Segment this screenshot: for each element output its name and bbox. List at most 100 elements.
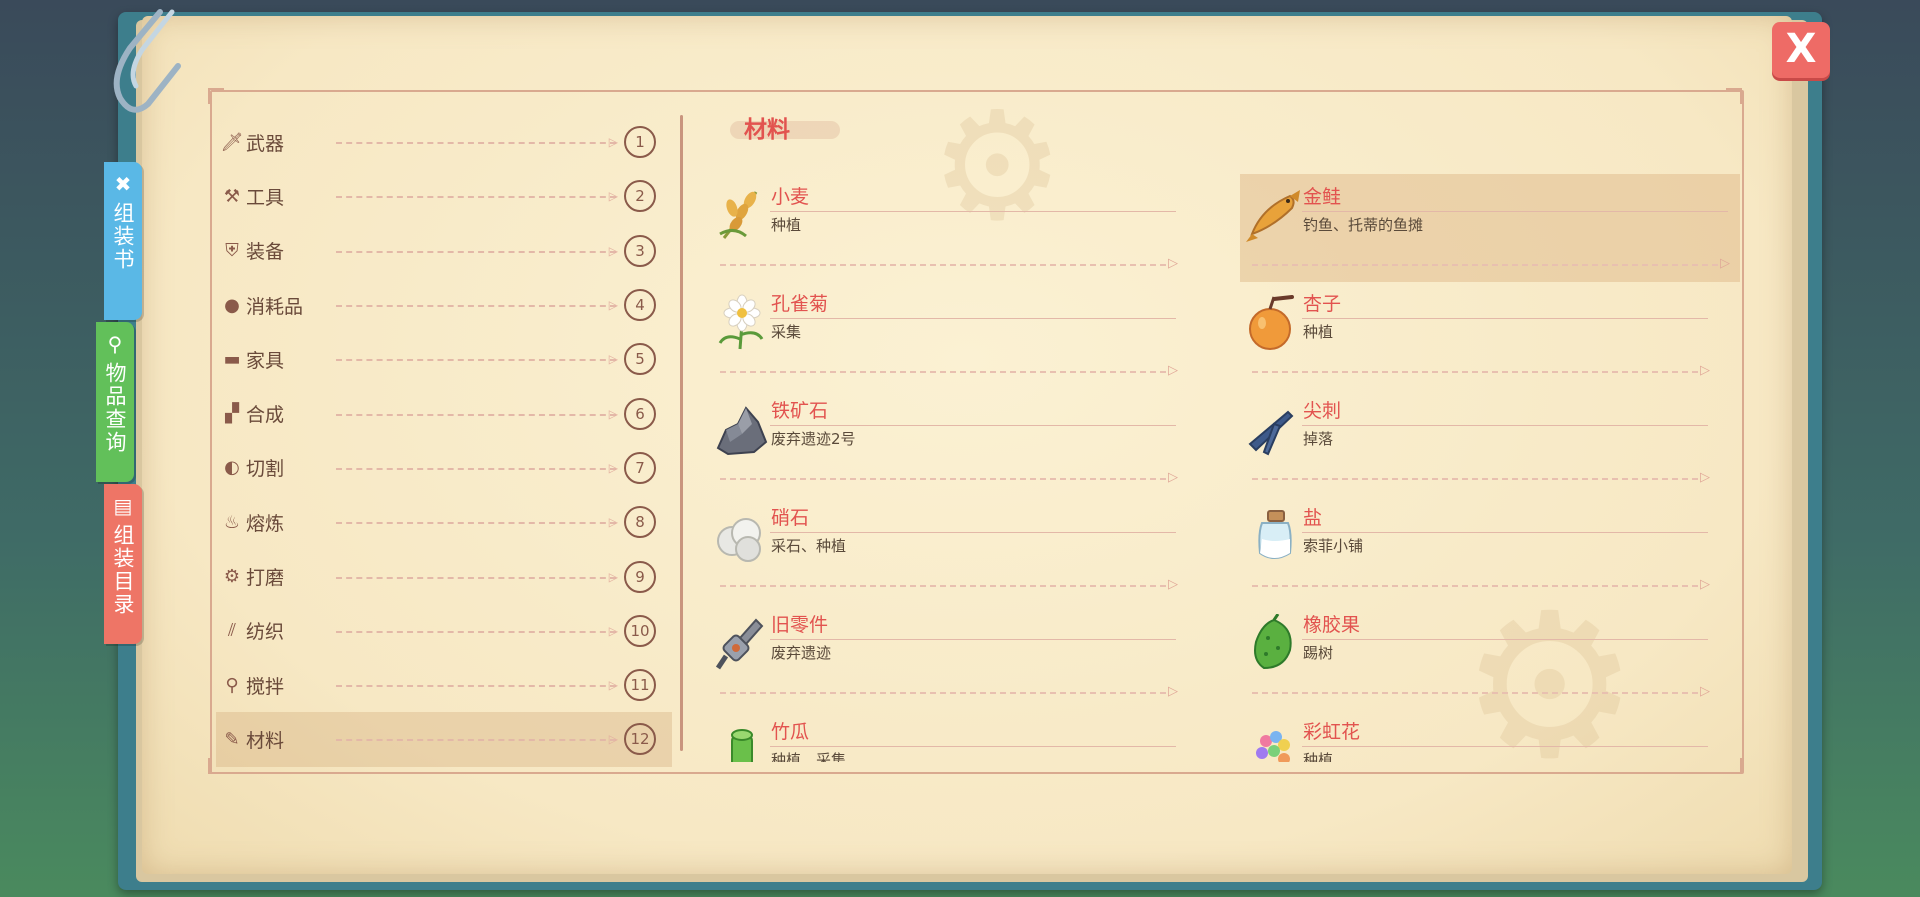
- page-divider: [680, 115, 683, 751]
- golden-salmon-icon: [1246, 190, 1300, 242]
- item-old-part[interactable]: 旧零件 废弃遗迹 ▷: [708, 602, 1188, 710]
- dotted-leader: [336, 305, 616, 308]
- item-iron-ore[interactable]: 铁矿石 废弃遗迹2号 ▷: [708, 388, 1188, 496]
- armor-icon: ⛨: [225, 240, 239, 262]
- item-salt[interactable]: 盐 索菲小铺 ▷: [1240, 495, 1720, 603]
- tab-item-lookup[interactable]: ⚲ 物品查询: [96, 322, 134, 482]
- item-name: 尖刺: [1303, 400, 1342, 422]
- category-number: 3: [624, 234, 656, 267]
- arrow-icon: ▷: [608, 678, 618, 693]
- item-apricot[interactable]: 杏子 种植 ▷: [1240, 281, 1720, 389]
- item-name: 盐: [1303, 507, 1323, 529]
- item-source: 踢树: [1303, 644, 1334, 662]
- category-smelting[interactable]: ♨ 熔炼 ▷ 8: [216, 495, 672, 549]
- item-source: 掉落: [1303, 430, 1334, 448]
- salt-jar-icon: [1258, 510, 1292, 559]
- item-name: 硝石: [771, 507, 810, 529]
- category-label: 打磨: [246, 567, 285, 590]
- item-rainbow-flower[interactable]: 彩虹花 种植: [1240, 709, 1720, 762]
- category-furniture[interactable]: ▬ 家具 ▷ 5: [216, 332, 672, 386]
- close-button[interactable]: X: [1772, 22, 1830, 78]
- item-name: 彩虹花: [1303, 721, 1361, 743]
- item-rule: [1302, 746, 1708, 747]
- item-bamboo-melon[interactable]: 竹瓜 种植、采集: [708, 709, 1188, 762]
- category-label: 武器: [246, 132, 285, 155]
- arrow-icon: ▷: [608, 732, 618, 747]
- item-rule: [770, 746, 1176, 747]
- category-tool[interactable]: ⚒ 工具 ▷ 2: [216, 169, 672, 223]
- section-title: 材料: [744, 117, 790, 143]
- category-number: 5: [624, 343, 656, 376]
- dotted-leader: [336, 359, 616, 362]
- tab-assembly-catalog[interactable]: ▤ 组装目录: [104, 484, 142, 644]
- item-list[interactable]: 小麦 种植 ▷ 金鲑 钓鱼、托蒂的鱼摊 ▷ 孔雀菊 采集 ▷ 杏子 种植 ▷ 铁…: [700, 170, 1740, 762]
- arrow-icon: ▷: [1700, 363, 1710, 378]
- item-name: 竹瓜: [771, 721, 810, 743]
- category-label: 工具: [246, 186, 285, 209]
- dotted-leader: [336, 739, 616, 742]
- flame-icon: ♨: [223, 511, 241, 533]
- dotted-leader: [720, 371, 1166, 373]
- category-equipment[interactable]: ⛨ 装备 ▷ 3: [216, 224, 672, 278]
- spike-icon: [1248, 410, 1294, 456]
- dotted-leader: [336, 467, 616, 470]
- tab-assembly-book[interactable]: ✖ 组装书: [104, 162, 142, 320]
- category-mixing[interactable]: ⚲ 搅拌 ▷ 11: [216, 658, 672, 712]
- arrow-icon: ▷: [1168, 684, 1178, 699]
- item-daisy[interactable]: 孔雀菊 采集 ▷: [708, 281, 1188, 389]
- item-rule: [770, 318, 1176, 319]
- tab-label: 物品查询: [103, 362, 127, 454]
- item-source: 种植、采集: [771, 751, 847, 762]
- category-weaving[interactable]: ⫽ 纺织 ▷ 10: [216, 604, 672, 658]
- item-spike[interactable]: 尖刺 掉落 ▷: [1240, 388, 1720, 496]
- category-number: 10: [624, 614, 656, 647]
- dotted-leader: [336, 630, 616, 633]
- item-source: 种植: [771, 216, 802, 234]
- wheat-icon: [719, 191, 758, 239]
- category-number: 12: [624, 723, 656, 756]
- category-label: 搅拌: [246, 675, 285, 698]
- arrow-icon: ▷: [608, 243, 618, 258]
- category-list: 🗡 武器 ▷ 1 ⚒ 工具 ▷ 2 ⛨ 装备 ▷ 3 ● 消耗品 ▷ 4 ▬ 家…: [216, 115, 672, 767]
- saltpeter-icon: [717, 518, 761, 562]
- item-source: 钓鱼、托蒂的鱼摊: [1303, 216, 1424, 234]
- paperclip-icon: [113, 9, 181, 113]
- dotted-leader: [720, 692, 1166, 694]
- grind-icon: ⚙: [223, 566, 241, 588]
- item-saltpeter[interactable]: 硝石 采石、种植 ▷: [708, 495, 1188, 603]
- dotted-leader: [720, 264, 1166, 266]
- category-grinding[interactable]: ⚙ 打磨 ▷ 9: [216, 549, 672, 603]
- category-cutting[interactable]: ◐ 切割 ▷ 7: [216, 441, 672, 495]
- item-source: 种植: [1303, 751, 1334, 762]
- arrow-icon: ▷: [1168, 363, 1178, 378]
- item-rule: [770, 211, 1176, 212]
- category-consumable[interactable]: ● 消耗品 ▷ 4: [216, 278, 672, 332]
- magnifier-icon: ⚲: [107, 332, 123, 356]
- category-label: 纺织: [246, 621, 285, 644]
- item-source: 废弃遗迹2号: [771, 430, 856, 448]
- item-source: 采石、种植: [771, 537, 847, 555]
- arrow-icon: ▷: [608, 515, 618, 530]
- hammer-icon: ⚒: [223, 185, 241, 207]
- category-number: 1: [624, 126, 656, 159]
- item-rubber-fruit[interactable]: 橡胶果 踢树 ▷: [1240, 602, 1720, 710]
- dotted-leader: [336, 250, 616, 253]
- dotted-leader: [1252, 585, 1698, 587]
- material-icon: ✎: [224, 728, 240, 750]
- item-rule: [1302, 425, 1708, 426]
- item-golden-salmon[interactable]: 金鲑 钓鱼、托蒂的鱼摊 ▷: [1240, 174, 1740, 282]
- category-weapon[interactable]: 🗡 武器 ▷ 1: [216, 115, 672, 169]
- arrow-icon: ▷: [608, 623, 618, 638]
- dotted-leader: [1252, 264, 1718, 266]
- arrow-icon: ▷: [608, 406, 618, 421]
- bamboo-melon-icon: [731, 729, 753, 762]
- book-icon: ▤: [113, 494, 133, 518]
- category-label: 装备: [246, 241, 285, 264]
- category-number: 4: [624, 289, 656, 322]
- category-material[interactable]: ✎ 材料 ▷ 12: [216, 712, 672, 767]
- tools-icon: ✖: [114, 172, 132, 196]
- item-wheat[interactable]: 小麦 种植 ▷: [708, 174, 1188, 282]
- item-rule: [1302, 639, 1708, 640]
- category-synthesis[interactable]: ▞ 合成 ▷ 6: [216, 386, 672, 440]
- item-source: 废弃遗迹: [771, 644, 832, 662]
